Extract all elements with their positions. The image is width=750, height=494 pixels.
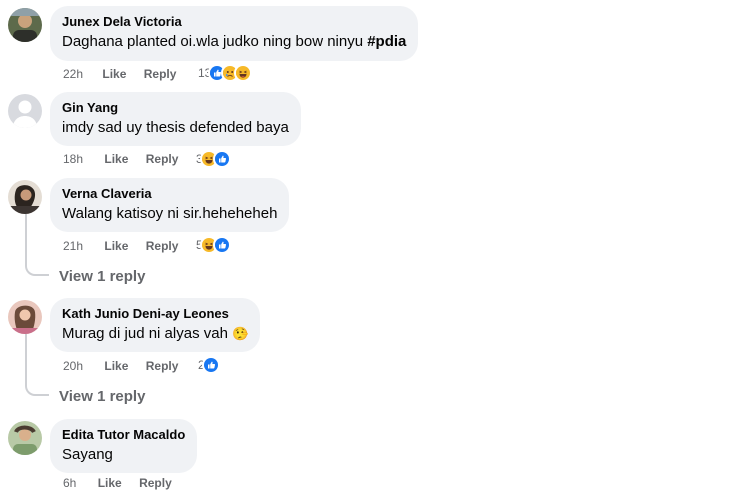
reaction-summary[interactable]: 3 bbox=[196, 150, 231, 168]
like-icon bbox=[201, 356, 220, 374]
reply-button[interactable]: Reply bbox=[146, 358, 179, 374]
comment-time[interactable]: 21h bbox=[63, 238, 83, 254]
comment-actions: 18h Like Reply bbox=[63, 151, 178, 167]
comment-bubble: Junex Dela Victoria Daghana planted oi.w… bbox=[50, 6, 419, 61]
avatar[interactable] bbox=[8, 94, 42, 128]
reaction-summary[interactable]: 13 bbox=[198, 64, 253, 82]
view-replies-link[interactable]: View 1 reply bbox=[59, 267, 145, 287]
comment-text-body: Murag di jud ni alyas vah bbox=[62, 325, 233, 342]
comment-author[interactable]: Kath Junio Deni-ay Leones bbox=[62, 305, 248, 322]
hashtag-link[interactable]: #pdia bbox=[367, 33, 406, 50]
comment-text: Murag di jud ni alyas vah 🤥 bbox=[62, 324, 248, 344]
thread-line bbox=[25, 334, 27, 384]
reply-button[interactable]: Reply bbox=[144, 66, 177, 82]
like-button[interactable]: Like bbox=[104, 238, 128, 254]
comment-text: Sayang bbox=[62, 446, 113, 463]
like-button[interactable]: Like bbox=[104, 358, 128, 374]
thread-line bbox=[25, 214, 27, 264]
comment-actions: 22h Like Reply bbox=[63, 66, 176, 82]
comment-author[interactable]: Edita Tutor Macaldo bbox=[62, 426, 185, 443]
reply-button[interactable]: Reply bbox=[146, 151, 179, 167]
comment-actions: 21h Like Reply bbox=[63, 238, 178, 254]
reaction-summary[interactable]: 5 bbox=[196, 236, 231, 254]
comment-time[interactable]: 22h bbox=[63, 66, 83, 82]
comment-text: Walang katisoy ni sir.heheheheh bbox=[62, 205, 278, 222]
avatar[interactable] bbox=[8, 421, 42, 455]
comment-author[interactable]: Verna Claveria bbox=[62, 185, 277, 202]
reaction-summary[interactable]: 2 bbox=[198, 356, 220, 374]
like-button[interactable]: Like bbox=[98, 475, 122, 491]
comment-author[interactable]: Gin Yang bbox=[62, 99, 289, 116]
comment-bubble: Gin Yang imdy sad uy thesis defended bay… bbox=[50, 92, 301, 146]
like-button[interactable]: Like bbox=[102, 66, 126, 82]
view-replies-link[interactable]: View 1 reply bbox=[59, 387, 145, 407]
comment-actions: 20h Like Reply bbox=[63, 358, 178, 374]
comment-time[interactable]: 20h bbox=[63, 358, 83, 374]
comment-bubble: Edita Tutor Macaldo Sayang bbox=[50, 419, 198, 473]
comment-time[interactable]: 18h bbox=[63, 151, 83, 167]
comment-actions: 6h Like Reply bbox=[63, 475, 172, 491]
thread-connector bbox=[25, 382, 49, 396]
comment-bubble: Verna Claveria Walang katisoy ni sir.heh… bbox=[50, 178, 290, 232]
like-icon bbox=[212, 150, 231, 168]
comment-bubble: Kath Junio Deni-ay Leones Murag di jud n… bbox=[50, 298, 261, 352]
like-button[interactable]: Like bbox=[104, 151, 128, 167]
comment-text-body: Daghana planted oi.wla judko ning bow ni… bbox=[62, 33, 368, 50]
avatar[interactable] bbox=[8, 300, 42, 334]
haha-icon bbox=[234, 64, 253, 82]
reply-button[interactable]: Reply bbox=[139, 475, 172, 491]
thread-connector bbox=[25, 262, 49, 276]
comment-author[interactable]: Junex Dela Victoria bbox=[62, 13, 406, 30]
like-icon bbox=[212, 236, 231, 254]
avatar[interactable] bbox=[8, 180, 42, 214]
lying-face-emoji: 🤥 bbox=[232, 326, 249, 341]
comment-text: imdy sad uy thesis defended baya bbox=[62, 119, 289, 136]
comment-text: Daghana planted oi.wla judko ning bow ni… bbox=[62, 32, 406, 52]
reply-button[interactable]: Reply bbox=[146, 238, 179, 254]
comment-time[interactable]: 6h bbox=[63, 475, 76, 491]
avatar[interactable] bbox=[8, 8, 42, 42]
